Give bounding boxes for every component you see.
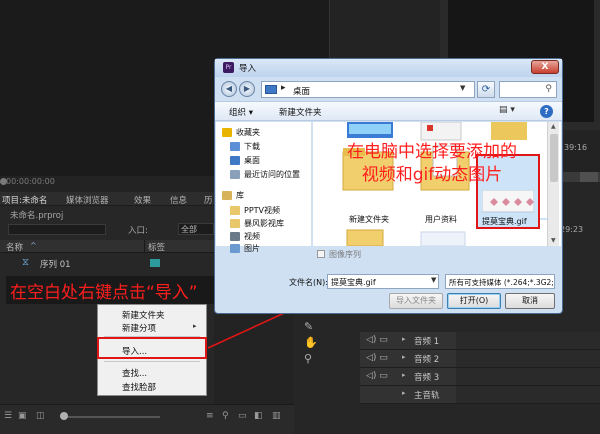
address-dropdown-icon[interactable]: ▼ (460, 84, 465, 92)
video-icon (230, 232, 240, 241)
file-new-folder[interactable]: 新建文件夹 (349, 214, 389, 225)
image-sequence-checkbox[interactable] (317, 250, 325, 258)
address-bar[interactable]: ▸ 桌面 ▼ (261, 81, 475, 98)
nav-favorites[interactable]: 收藏夹 (236, 127, 260, 138)
recent-places-icon (230, 170, 240, 179)
breadcrumb-separator[interactable]: ▸ (281, 83, 286, 93)
library-icon (222, 191, 232, 200)
organize-menu[interactable]: 组织 ▾ (229, 106, 253, 118)
file-user-data[interactable]: 用户资料 (425, 214, 457, 225)
nav-video[interactable]: 视频 (244, 231, 260, 242)
scroll-thumb[interactable] (550, 134, 558, 182)
folder-icon (230, 219, 240, 228)
breadcrumb-desktop[interactable]: 桌面 (293, 85, 310, 97)
back-button[interactable]: ◀ (221, 81, 237, 97)
search-input[interactable]: ⚲ (499, 81, 557, 98)
folder-thumbnail (491, 122, 527, 140)
open-button[interactable]: 打开(O) (447, 293, 501, 309)
forward-button[interactable]: ▶ (239, 81, 255, 97)
folder-thumbnail (346, 229, 384, 246)
favorites-star-icon (222, 128, 232, 137)
file-list-scrollbar[interactable]: ▲ ▼ (547, 122, 559, 246)
nav-recent[interactable]: 最近访问的位置 (244, 169, 300, 180)
download-icon (230, 142, 240, 151)
navigation-pane: 收藏夹 下载 桌面 最近访问的位置 库 PPTV视频 暴风影视库 视频 图片 (216, 122, 312, 253)
nav-library[interactable]: 库 (236, 190, 244, 201)
search-icon: ⚲ (545, 84, 552, 94)
image-thumbnail (420, 231, 466, 246)
import-folder-button[interactable]: 导入文件夹 (389, 293, 443, 309)
scroll-down-icon[interactable]: ▼ (551, 237, 556, 244)
help-icon[interactable]: ? (540, 105, 553, 118)
close-button[interactable]: X (531, 60, 559, 74)
nav-desktop[interactable]: 桌面 (244, 155, 260, 166)
annotation-line-1: 在电脑中选择要添加的 (347, 142, 517, 162)
cancel-button[interactable]: 取消 (505, 293, 555, 309)
nav-pptv[interactable]: PPTV视频 (244, 205, 280, 216)
nav-pictures[interactable]: 图片 (244, 243, 260, 254)
premiere-icon: Pr (223, 62, 234, 73)
pictures-icon (230, 244, 240, 253)
annotation-line-2: 视频和gif动态图片 (361, 165, 503, 185)
desktop-folder-icon (265, 85, 277, 94)
dialog-titlebar[interactable]: Pr 导入 X (215, 59, 562, 77)
filename-label: 文件名(N): (289, 278, 328, 287)
image-sequence-label: 图像序列 (329, 250, 361, 259)
nav-downloads[interactable]: 下载 (244, 141, 260, 152)
desktop-icon (230, 156, 240, 165)
filename-input[interactable]: 提莫宝典.gif (327, 274, 439, 289)
view-options-icon[interactable]: ▤ ▾ (499, 105, 515, 115)
file-type-select[interactable]: 所有可支持媒体 (*.264;*.3G2;* (445, 274, 555, 289)
annotation-select-files: 在电脑中选择要添加的 视频和gif动态图片 (326, 141, 538, 187)
folder-icon (230, 206, 240, 215)
nav-baofeng[interactable]: 暴风影视库 (244, 218, 284, 229)
dialog-navbar: ◀ ▶ ▸ 桌面 ▼ ⟳ ⚲ (219, 79, 558, 101)
scroll-up-icon[interactable]: ▲ (551, 123, 556, 130)
new-folder-button[interactable]: 新建文件夹 (279, 106, 322, 118)
dialog-toolbar: 组织 ▾ 新建文件夹 ▤ ▾ ? (215, 101, 562, 121)
refresh-button[interactable]: ⟳ (477, 81, 495, 98)
filename-dropdown-icon[interactable]: ▼ (431, 276, 436, 284)
dialog-title: 导入 (239, 64, 257, 74)
